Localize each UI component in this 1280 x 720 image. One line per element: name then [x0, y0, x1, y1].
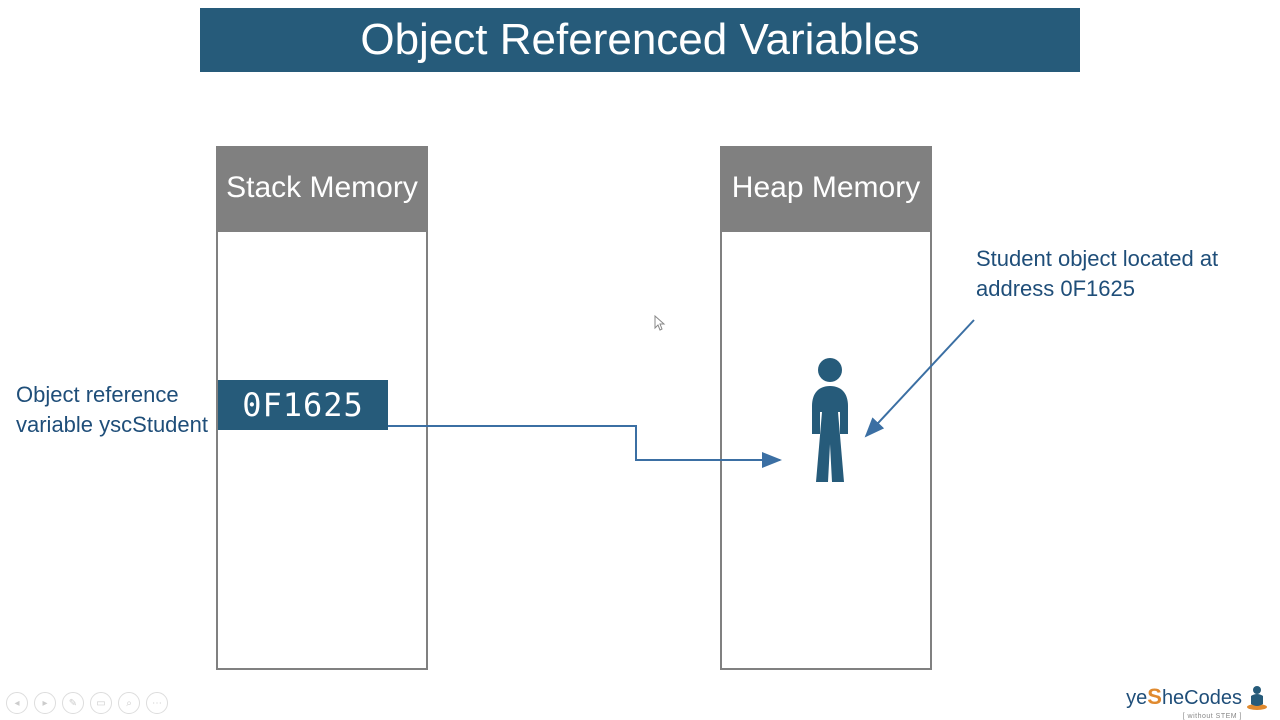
heap-memory-header: Heap Memory: [720, 146, 932, 230]
brand-logo-subtitle: [ without STEM ]: [1183, 713, 1242, 720]
stack-memory-box: [216, 230, 428, 670]
student-object-icon: [800, 356, 860, 486]
logo-suffix: heCodes: [1162, 687, 1242, 709]
prev-button[interactable]: ◂: [6, 692, 28, 714]
logo-prefix: ye: [1126, 687, 1147, 709]
buddha-icon: [1246, 682, 1268, 710]
view-button[interactable]: ▭: [90, 692, 112, 714]
pen-button[interactable]: ✎: [62, 692, 84, 714]
logo-accent: S: [1147, 684, 1162, 709]
player-controls: ◂ ▸ ✎ ▭ ⌕ ⋯: [6, 692, 168, 714]
heap-memory-header-text: Heap Memory: [732, 170, 920, 206]
more-button[interactable]: ⋯: [146, 692, 168, 714]
stack-memory-header-text: Stack Memory: [226, 170, 418, 206]
heap-object-label: Student object located at address 0F1625: [976, 244, 1236, 303]
brand-logo-text: yeSheCodes: [1126, 684, 1242, 710]
reference-variable-label: Object reference variable yscStudent: [16, 380, 216, 439]
mouse-cursor-icon: [654, 315, 666, 331]
zoom-button[interactable]: ⌕: [118, 692, 140, 714]
brand-logo: yeSheCodes: [1126, 682, 1268, 710]
slide-title: Object Referenced Variables: [200, 8, 1080, 72]
memory-address-value: 0F1625: [218, 380, 388, 430]
play-button[interactable]: ▸: [34, 692, 56, 714]
arrow-layer: [0, 0, 1280, 720]
stack-memory-header: Stack Memory: [216, 146, 428, 230]
